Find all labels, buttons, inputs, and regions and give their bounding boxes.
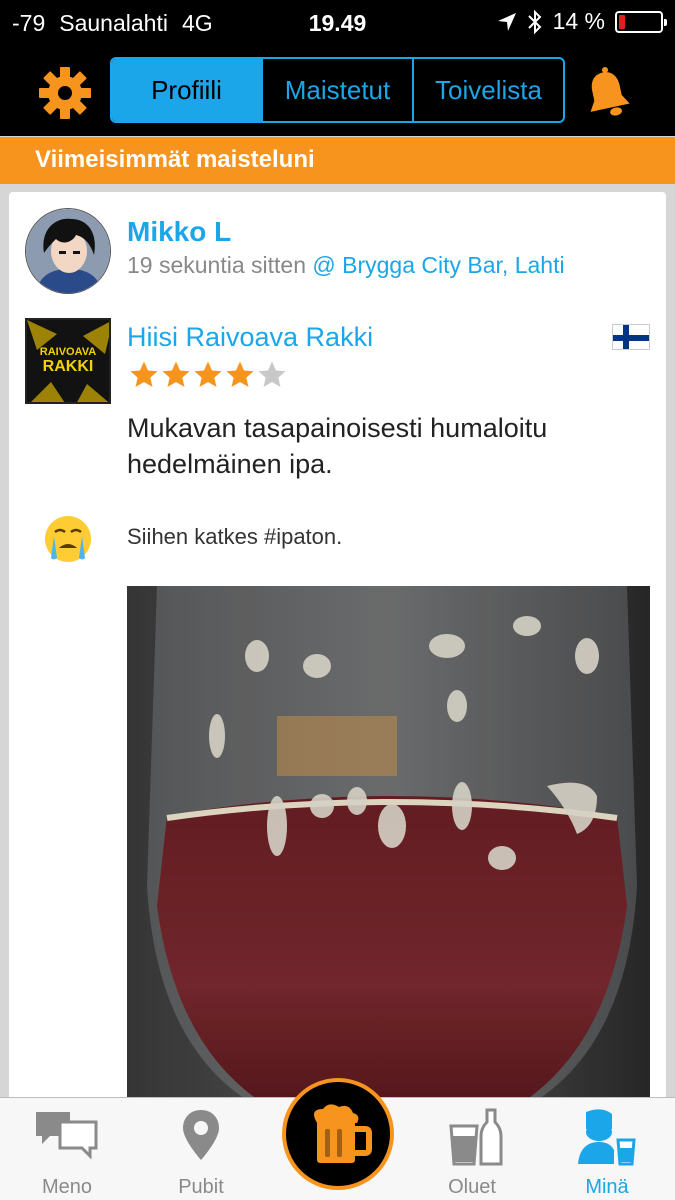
tab-meno[interactable]: Meno <box>12 1106 122 1199</box>
star-filled-icon <box>194 361 222 387</box>
tab-label-mina: Minä <box>585 1176 629 1198</box>
bell-icon[interactable] <box>582 66 632 120</box>
checkin-photo[interactable] <box>127 586 650 1112</box>
tab-oluet[interactable]: Oluet <box>417 1106 527 1199</box>
location-arrow-icon <box>497 12 516 31</box>
tab-label-oluet: Oluet <box>448 1176 496 1198</box>
section-title: Viimeisimmät maisteluni <box>0 137 675 184</box>
tab-profiili[interactable]: Profiili <box>112 59 263 121</box>
gear-icon[interactable] <box>38 66 92 120</box>
status-bar: -79 Saunalahti 4G 19.49 14 % <box>0 0 675 46</box>
checkin-beer-button[interactable] <box>282 1078 394 1190</box>
map-pin-icon <box>183 1110 219 1160</box>
venue-link[interactable]: @ Brygga City Bar, Lahti <box>312 252 564 278</box>
star-filled-icon <box>226 361 254 387</box>
comment-text: Siihen katkes #ipaton. <box>127 524 343 549</box>
review-text: Mukavan tasapainoisesti humaloitu hedelm… <box>127 413 548 479</box>
checkin-time: 19 sekuntia sitten <box>127 252 307 278</box>
beer-label-image[interactable]: RAIVOAVA RAKKI <box>25 318 111 404</box>
tab-mina[interactable]: Minä <box>552 1106 662 1199</box>
bluetooth-icon <box>527 9 541 34</box>
star-filled-icon <box>130 361 158 387</box>
tab-toivelista[interactable]: Toivelista <box>414 59 563 121</box>
beer-mug-icon <box>314 1104 372 1163</box>
user-beer-icon <box>578 1109 636 1166</box>
beer-name[interactable]: Hiisi Raivoava Rakki <box>127 322 373 353</box>
top-nav-bar: Profiili Maistetut Toivelista <box>0 46 675 136</box>
profile-segmented-control: Profiili Maistetut Toivelista <box>110 57 565 123</box>
star-empty-icon <box>258 361 286 387</box>
glass-bottle-icon <box>449 1108 503 1166</box>
status-right: 14 % <box>497 8 667 35</box>
crying-face-icon <box>45 516 91 562</box>
rating-stars <box>129 360 287 390</box>
beer-label-text-top: RAIVOAVA <box>39 346 97 358</box>
tab-maistetut[interactable]: Maistetut <box>263 59 414 121</box>
checkin-meta: 19 sekuntia sitten @ Brygga City Bar, La… <box>127 252 565 279</box>
chat-bubbles-icon <box>36 1112 98 1160</box>
avatar[interactable] <box>25 208 111 294</box>
checkin-card: Mikko L 19 sekuntia sitten @ Brygga City… <box>9 192 666 1112</box>
beer-label-text-bottom: RAKKI <box>42 358 94 375</box>
battery-percent: 14 % <box>552 8 605 34</box>
tab-label-meno: Meno <box>41 1176 93 1198</box>
star-filled-icon <box>162 361 190 387</box>
user-name[interactable]: Mikko L <box>127 216 231 248</box>
tab-pubit[interactable]: Pubit <box>146 1106 256 1199</box>
tab-label-pubit: Pubit <box>178 1176 224 1198</box>
battery-icon <box>615 10 667 33</box>
battery-level <box>619 14 625 29</box>
finland-flag-icon <box>612 324 650 350</box>
